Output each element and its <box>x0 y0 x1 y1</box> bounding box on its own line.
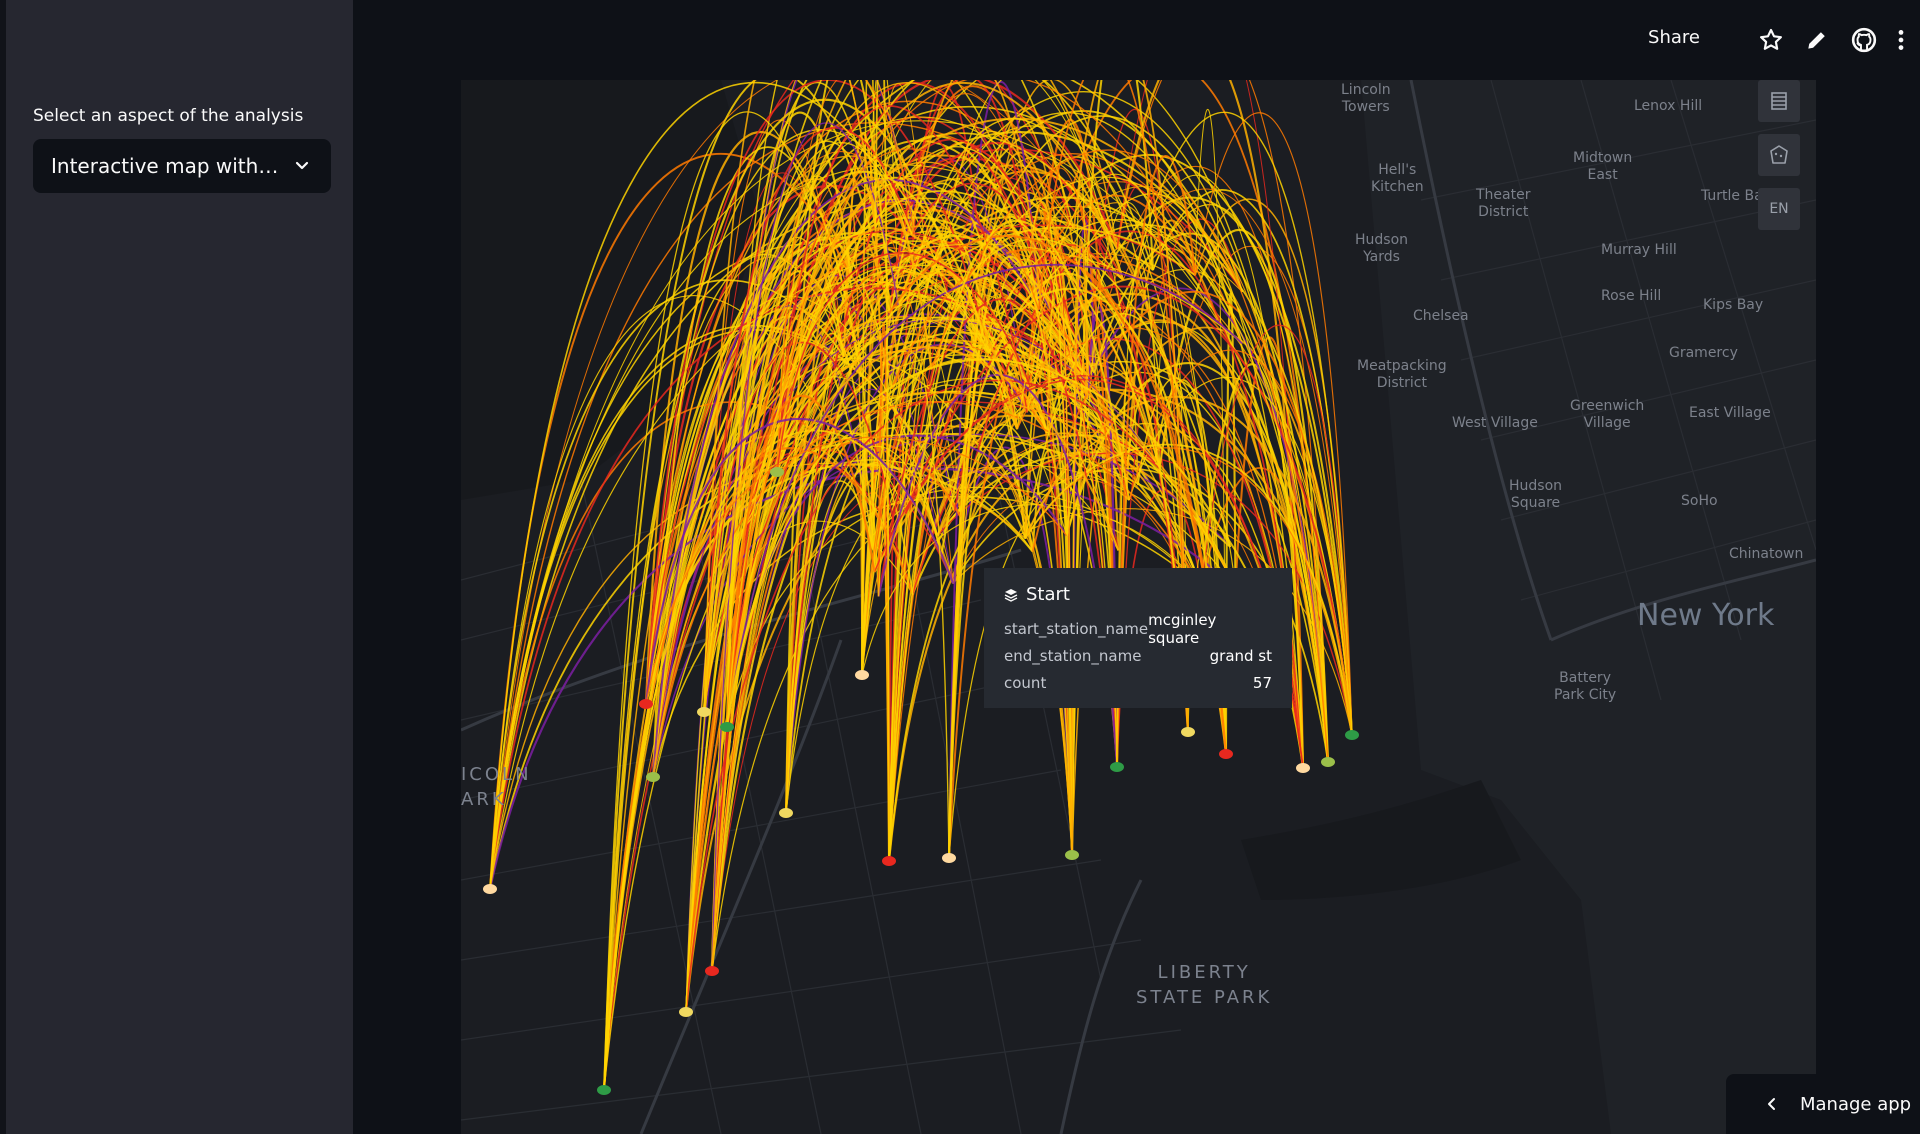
place-label: Gramercy <box>1669 345 1738 361</box>
place-label: Theater District <box>1476 187 1531 220</box>
trip-arc[interactable] <box>489 401 895 890</box>
layers-icon <box>1004 588 1018 602</box>
chevron-left-icon <box>1768 1098 1775 1110</box>
language-label: EN <box>1769 201 1789 217</box>
place-label: Hudson Yards <box>1355 232 1409 265</box>
language-toggle[interactable]: EN <box>1758 188 1800 230</box>
place-label: Chelsea <box>1413 308 1469 324</box>
sidebar: Select an aspect of the analysis Interac… <box>0 0 353 1134</box>
tooltip-key: start_station_name <box>1004 619 1149 638</box>
analysis-select-value: Interactive map with aggregated bike tri… <box>51 154 283 178</box>
share-button[interactable]: Share <box>1648 27 1700 48</box>
place-label: Chinatown <box>1729 546 1804 562</box>
analysis-select[interactable]: Interactive map with aggregated bike tri… <box>33 139 331 193</box>
tooltip-key: end_station_name <box>1004 646 1142 665</box>
place-label: Hell's Kitchen <box>1371 162 1424 195</box>
place-label: Lincoln Towers <box>1341 82 1391 115</box>
tooltip-value: grand st <box>1209 646 1272 665</box>
table-icon[interactable] <box>1758 80 1800 122</box>
place-label: Rose Hill <box>1601 288 1662 304</box>
tooltip-row: count 57 <box>1004 669 1272 696</box>
place-label: Meatpacking District <box>1357 358 1447 391</box>
tooltip-key: count <box>1004 673 1047 692</box>
more-vertical-icon[interactable] <box>1888 27 1914 53</box>
star-icon[interactable] <box>1758 27 1784 53</box>
chevron-down-icon <box>295 161 309 170</box>
tooltip-value: mcginley square <box>1148 610 1217 647</box>
place-label: New York <box>1637 598 1775 633</box>
select-label: Select an aspect of the analysis <box>33 106 304 126</box>
manage-app-button[interactable]: Manage app <box>1726 1074 1920 1134</box>
place-label: Greenwich Village <box>1570 398 1645 431</box>
tooltip-row: end_station_name grand st <box>1004 642 1272 669</box>
github-icon[interactable] <box>1851 27 1877 53</box>
place-label: Kips Bay <box>1703 297 1764 313</box>
tooltip-title: Start <box>1004 584 1272 605</box>
header-actions: Share <box>1560 0 1920 78</box>
place-label: East Village <box>1689 405 1771 421</box>
tooltip-value: 57 <box>1252 673 1272 692</box>
place-label: LIBERTY STATE PARK <box>1136 962 1273 1008</box>
place-label: Hudson Square <box>1509 478 1563 511</box>
manage-app-label: Manage app <box>1800 1093 1912 1115</box>
tooltip-title-text: Start <box>1026 584 1070 605</box>
place-label: Lenox Hill <box>1634 98 1703 114</box>
place-label: SoHo <box>1681 493 1718 509</box>
place-label: Murray Hill <box>1601 242 1677 258</box>
pencil-icon[interactable] <box>1804 27 1830 53</box>
place-label: ICOLN ARK <box>461 764 532 810</box>
place-label: West Village <box>1452 415 1538 431</box>
tooltip-row: start_station_name mcginley square <box>1004 611 1272 647</box>
map-tooltip: Start start_station_name mcginley square… <box>984 568 1292 708</box>
reset-view-icon[interactable] <box>1758 134 1800 176</box>
place-label: Midtown East <box>1573 150 1633 183</box>
place-label: Battery Park City <box>1554 670 1617 703</box>
